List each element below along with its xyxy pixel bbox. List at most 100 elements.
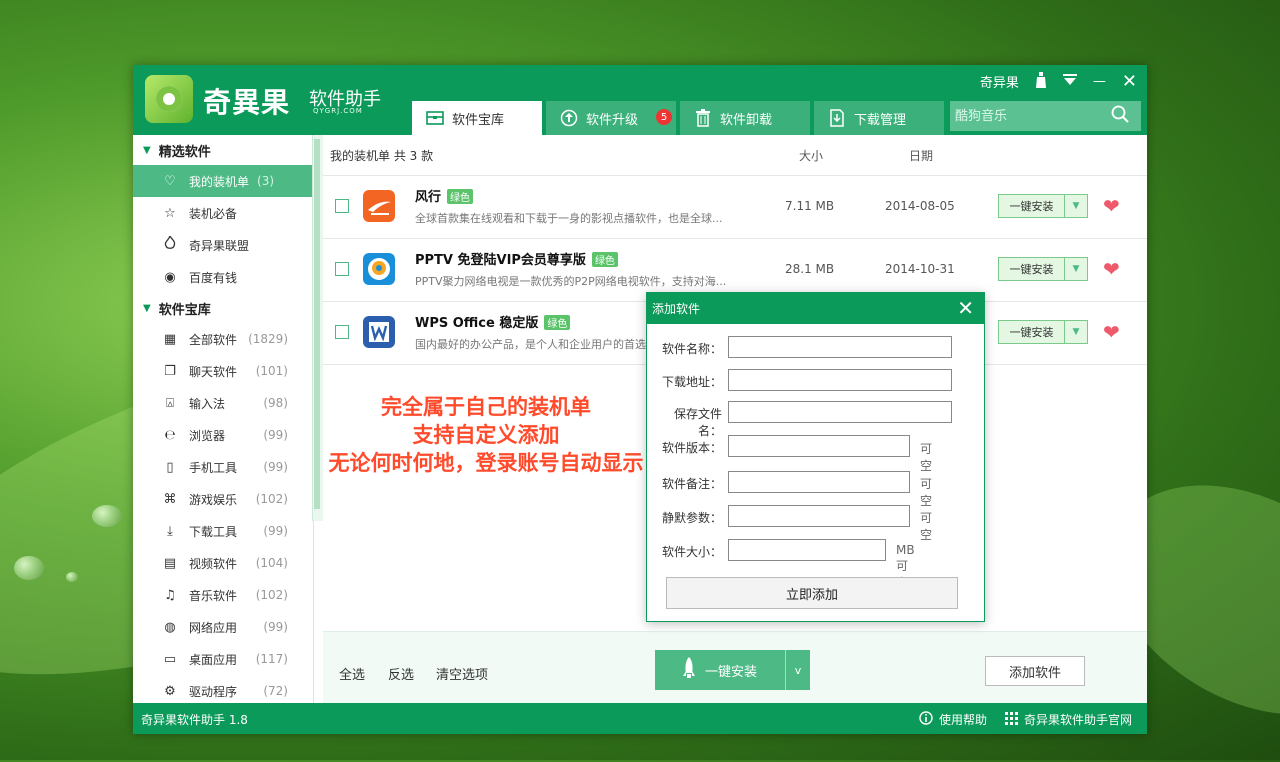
- dialog-close-icon[interactable]: ✕: [957, 296, 974, 320]
- download-url-input[interactable]: [728, 369, 952, 391]
- monitor-icon: ▭: [163, 651, 177, 667]
- install-button[interactable]: 一键安装 ▼: [998, 257, 1088, 281]
- globe-icon: ◍: [164, 619, 176, 635]
- minimize-button[interactable]: —: [1093, 74, 1106, 89]
- browser-icon: ℮: [164, 427, 176, 443]
- info-icon: [919, 711, 933, 728]
- app-name: 风行 绿色: [415, 186, 474, 205]
- tab-download-manager[interactable]: 下载管理: [814, 101, 944, 135]
- sidebar-item-all[interactable]: ▦ 全部软件 (1829): [133, 323, 313, 355]
- sidebar-item-baidu[interactable]: ◉ 百度有钱: [133, 261, 313, 293]
- select-all-link[interactable]: 全选: [339, 664, 365, 683]
- water-drop: [92, 505, 122, 527]
- sidebar-item-essentials[interactable]: ☆ 装机必备: [133, 197, 313, 229]
- clear-selection-link[interactable]: 清空选项: [436, 664, 488, 683]
- app-name: 奇異果: [203, 86, 291, 119]
- install-button[interactable]: 一键安装 ▼: [998, 194, 1088, 218]
- water-drop: [66, 572, 78, 582]
- upgrade-count-badge: 5: [656, 109, 672, 125]
- sidebar-item-input[interactable]: ⍓ 输入法 (98): [133, 387, 313, 419]
- silent-params-input[interactable]: [728, 505, 910, 527]
- sidebar-item-drivers[interactable]: ⚙ 驱动程序 (72): [133, 675, 313, 703]
- list-header: 我的装机单 共 3 款 大小 日期: [323, 135, 1147, 175]
- sidebar-item-desktop[interactable]: ▭ 桌面应用 (117): [133, 643, 313, 675]
- sidebar-item-network[interactable]: ◍ 网络应用 (99): [133, 611, 313, 643]
- invert-selection-link[interactable]: 反选: [388, 664, 414, 683]
- app-date: 2014-08-05: [885, 199, 955, 213]
- install-dropdown-icon[interactable]: ▼: [1065, 258, 1087, 280]
- promo-text: 完全属于自己的装机单 支持自定义添加 无论何时何地，登录账号自动显示: [328, 395, 644, 475]
- treasure-box-icon: [426, 109, 444, 127]
- search-input[interactable]: [950, 107, 1107, 125]
- column-date[interactable]: 日期: [909, 147, 933, 164]
- install-dropdown-icon[interactable]: ▼: [1065, 195, 1087, 217]
- install-button[interactable]: 一键安装 ▼: [998, 320, 1088, 344]
- software-version-input[interactable]: [728, 435, 910, 457]
- app-url: QYGRJ.COM: [313, 107, 363, 115]
- wps-app-icon: [363, 316, 395, 348]
- app-name: PPTV 免登陆VIP会员尊享版 绿色: [415, 249, 618, 268]
- software-name-input[interactable]: [728, 336, 952, 358]
- add-now-button[interactable]: 立即添加: [666, 577, 958, 609]
- download-icon: [828, 109, 846, 127]
- dialog-title: 添加软件: [652, 301, 701, 316]
- star-icon: ☆: [164, 205, 176, 221]
- sidebar-item-alliance[interactable]: 奇异果联盟: [133, 229, 313, 261]
- batch-install-button[interactable]: 一键安装 v: [655, 650, 810, 690]
- row-checkbox[interactable]: [335, 199, 349, 213]
- sidebar-item-download[interactable]: ⤓ 下载工具 (99): [133, 515, 313, 547]
- column-size[interactable]: 大小: [799, 147, 823, 164]
- collapse-triangle-icon: ▼: [143, 302, 151, 314]
- skin-icon[interactable]: [1035, 71, 1047, 92]
- official-site-link[interactable]: 奇异果软件助手官网: [1005, 711, 1132, 728]
- software-size-input[interactable]: [728, 539, 886, 561]
- favorite-heart-icon[interactable]: ❤: [1103, 257, 1120, 281]
- sidebar-item-music[interactable]: ♫ 音乐软件 (102): [133, 579, 313, 611]
- sidebar-item-browser[interactable]: ℮ 浏览器 (99): [133, 419, 313, 451]
- download-icon: ⤓: [167, 523, 173, 539]
- tab-bar: 软件宝库 软件升级 5 软件卸载 下载管理: [412, 101, 944, 135]
- sidebar-section-featured[interactable]: ▼ 精选软件: [133, 135, 313, 165]
- status-bar: 奇异果软件助手 1.8 使用帮助 奇异果软件助手官网: [133, 703, 1147, 734]
- chat-icon: ❐: [164, 363, 176, 379]
- heart-icon: ♡: [164, 173, 176, 189]
- tab-label: 软件卸载: [720, 112, 773, 128]
- gamepad-icon: ⌘: [163, 491, 177, 507]
- dialog-body: 软件名称： 下载地址： 保存文件名： 软件版本： 可空 软件备注： 可空 静默参…: [647, 323, 984, 622]
- menu-dropdown-icon[interactable]: [1062, 73, 1077, 90]
- sidebar-item-phone[interactable]: ▯ 手机工具 (99): [133, 451, 313, 483]
- app-size: 28.1 MB: [785, 262, 835, 276]
- install-dropdown-icon[interactable]: ▼: [1065, 321, 1087, 343]
- help-link[interactable]: 使用帮助: [919, 711, 987, 728]
- row-checkbox[interactable]: [335, 325, 349, 339]
- pptv-app-icon: [363, 253, 395, 285]
- sidebar: ▼ 精选软件 ♡ 我的装机单 (3) ☆ 装机必备 奇异果联盟 ◉ 百度有钱 ▼ 软…: [133, 135, 314, 703]
- favorite-heart-icon[interactable]: ❤: [1103, 320, 1120, 344]
- add-software-button[interactable]: 添加软件: [985, 656, 1085, 686]
- tab-software-library[interactable]: 软件宝库: [412, 101, 542, 135]
- user-label[interactable]: 奇异果: [980, 72, 1019, 91]
- sidebar-item-chat[interactable]: ❐ 聊天软件 (101): [133, 355, 313, 387]
- app-description: PPTV聚力网络电视是一款优秀的P2P网络电视软件，支持对海...: [415, 275, 727, 288]
- batch-install-dropdown[interactable]: v: [786, 650, 810, 690]
- favorite-heart-icon[interactable]: ❤: [1103, 194, 1120, 218]
- sidebar-item-video[interactable]: ▤ 视频软件 (104): [133, 547, 313, 579]
- save-filename-input[interactable]: [728, 401, 952, 423]
- search-icon[interactable]: [1107, 105, 1133, 127]
- fengxing-app-icon: [363, 190, 395, 222]
- tab-software-upgrade[interactable]: 软件升级 5: [546, 101, 676, 135]
- close-button[interactable]: ✕: [1122, 71, 1137, 92]
- apps-grid-icon: [1005, 711, 1018, 728]
- tab-label: 软件升级: [586, 112, 639, 128]
- search-box: [950, 101, 1141, 131]
- software-note-input[interactable]: [728, 471, 910, 493]
- input-icon: ⍓: [166, 395, 174, 411]
- app-name: WPS Office 稳定版 绿色: [415, 312, 571, 331]
- tab-label: 下载管理: [854, 112, 907, 128]
- target-icon: ◉: [164, 269, 176, 285]
- sidebar-section-library[interactable]: ▼ 软件宝库: [133, 293, 313, 323]
- sidebar-item-my-list[interactable]: ♡ 我的装机单 (3): [133, 165, 313, 197]
- tab-software-uninstall[interactable]: 软件卸载: [680, 101, 810, 135]
- row-checkbox[interactable]: [335, 262, 349, 276]
- sidebar-item-games[interactable]: ⌘ 游戏娱乐 (102): [133, 483, 313, 515]
